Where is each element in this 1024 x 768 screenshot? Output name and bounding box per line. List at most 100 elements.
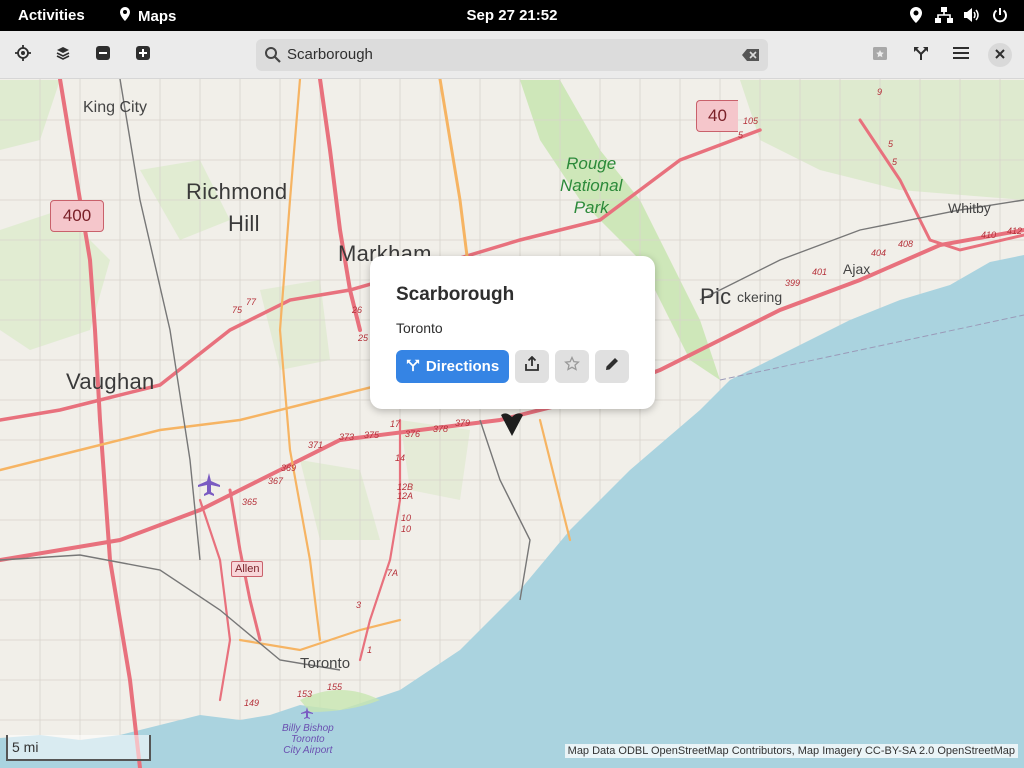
route-number: 25: [358, 333, 369, 343]
route-number: 17: [390, 419, 401, 429]
directions-label: Directions: [425, 358, 500, 375]
label-billy-bishop: Billy Bishop Toronto City Airport: [282, 723, 334, 756]
header-bar: Scarborough: [0, 31, 1024, 79]
route-number: 371: [308, 440, 324, 450]
activities-button[interactable]: Activities: [18, 7, 85, 24]
map-pin-icon: [117, 6, 133, 26]
app-name: Maps: [138, 7, 177, 25]
route-number: 75: [232, 305, 243, 315]
route-number: 10: [401, 513, 412, 523]
search-entry[interactable]: Scarborough: [256, 39, 768, 71]
label-rouge-1: Rouge: [566, 154, 617, 173]
route-number: 105: [743, 116, 759, 126]
label-hill: Hill: [228, 211, 260, 236]
route-number: 155: [327, 682, 343, 692]
location-icon[interactable]: [907, 6, 925, 24]
route-number: 376: [405, 429, 421, 439]
label-richmond: Richmond: [186, 179, 288, 204]
map-scale: 5 mi: [6, 735, 151, 761]
label-rouge-3: Park: [573, 198, 609, 217]
route-number: 153: [297, 689, 313, 699]
close-button[interactable]: [988, 43, 1012, 67]
route-number: 375: [364, 430, 380, 440]
favorites-icon: [872, 45, 888, 66]
route-icon: [406, 358, 420, 376]
place-popover: Scarborough Toronto Directions: [370, 256, 655, 409]
route-number: 404: [871, 248, 887, 258]
close-icon: [995, 46, 1005, 64]
route-number: 3: [356, 600, 362, 610]
search-icon: [264, 46, 282, 69]
label-billy-1: Billy Bishop: [282, 723, 334, 734]
route-number: 379: [455, 418, 471, 428]
scale-label: 5 mi: [12, 739, 39, 755]
route-number: 412: [1007, 226, 1023, 236]
route-number: 12A: [397, 491, 414, 501]
route-number: 365: [242, 497, 258, 507]
route-number: 5: [738, 130, 744, 140]
route-number: 401: [812, 267, 828, 277]
top-bar: Activities Maps Sep 27 21:52: [0, 0, 1024, 31]
route-number: 7A: [387, 568, 399, 578]
label-toronto: Toronto: [300, 655, 351, 672]
zoom-out-icon: [95, 45, 111, 66]
layers-icon: [56, 46, 70, 65]
share-icon: [524, 355, 540, 377]
label-billy-2: Toronto: [291, 734, 325, 745]
route-icon: [913, 45, 929, 66]
app-menu[interactable]: Maps: [117, 6, 176, 26]
map-attribution: Map Data ODBL OpenStreetMap Contributors…: [564, 744, 1018, 758]
clock[interactable]: Sep 27 21:52: [467, 7, 558, 24]
route-number: 369: [281, 463, 297, 473]
search-input[interactable]: Scarborough: [287, 46, 373, 63]
route-number: 408: [898, 239, 914, 249]
network-icon[interactable]: [935, 6, 953, 24]
route-number: 10: [401, 524, 412, 534]
power-icon[interactable]: [991, 6, 1009, 24]
edit-button[interactable]: [595, 350, 629, 383]
location-marker-icon[interactable]: [499, 411, 525, 442]
route-number: 378: [433, 424, 449, 434]
label-vaughan: Vaughan: [66, 369, 155, 394]
directions-button[interactable]: Directions: [396, 350, 509, 383]
label-rouge-2: National: [560, 176, 623, 195]
route-number: 14: [395, 453, 406, 463]
place-subtitle: Toronto: [396, 320, 443, 336]
share-button[interactable]: [515, 350, 549, 383]
zoom-in-icon: [135, 45, 151, 66]
route-number: 373: [339, 432, 355, 442]
main-menu-button[interactable]: [947, 41, 975, 69]
clear-search-icon[interactable]: [742, 48, 760, 67]
label-rouge-park: Rouge National Park: [560, 153, 622, 219]
route-button[interactable]: [907, 41, 935, 69]
star-icon: [564, 355, 580, 377]
route-number: 5: [888, 139, 894, 149]
label-pickering-2: ckering: [737, 289, 783, 305]
menu-icon: [953, 46, 969, 65]
label-king-city: King City: [83, 99, 148, 116]
gps-button[interactable]: [9, 41, 37, 69]
allen-road-shield: Allen: [231, 561, 264, 577]
route-number: 399: [785, 278, 801, 288]
route-number: 77: [246, 297, 257, 307]
favorite-button[interactable]: [555, 350, 589, 383]
route-number: 149: [244, 698, 260, 708]
place-title: Scarborough: [396, 284, 515, 305]
route-number: 1: [367, 645, 373, 655]
route-number: 367: [268, 476, 284, 486]
route-number: 410: [981, 230, 997, 240]
layers-button[interactable]: [49, 41, 77, 69]
zoom-in-button[interactable]: [129, 41, 157, 69]
gps-icon: [15, 44, 31, 66]
pencil-icon: [604, 356, 620, 377]
highway-400-shield: 400: [50, 200, 104, 232]
label-pickering-1: Pic: [700, 284, 732, 309]
route-number: 26: [352, 305, 363, 315]
label-ajax: Ajax: [843, 261, 871, 277]
favorites-button[interactable]: [866, 41, 894, 69]
label-whitby: Whitby: [948, 200, 991, 216]
airport-icon: [198, 473, 220, 496]
zoom-out-button[interactable]: [89, 41, 117, 69]
volume-icon[interactable]: [963, 6, 981, 24]
route-number: 9: [877, 87, 883, 97]
